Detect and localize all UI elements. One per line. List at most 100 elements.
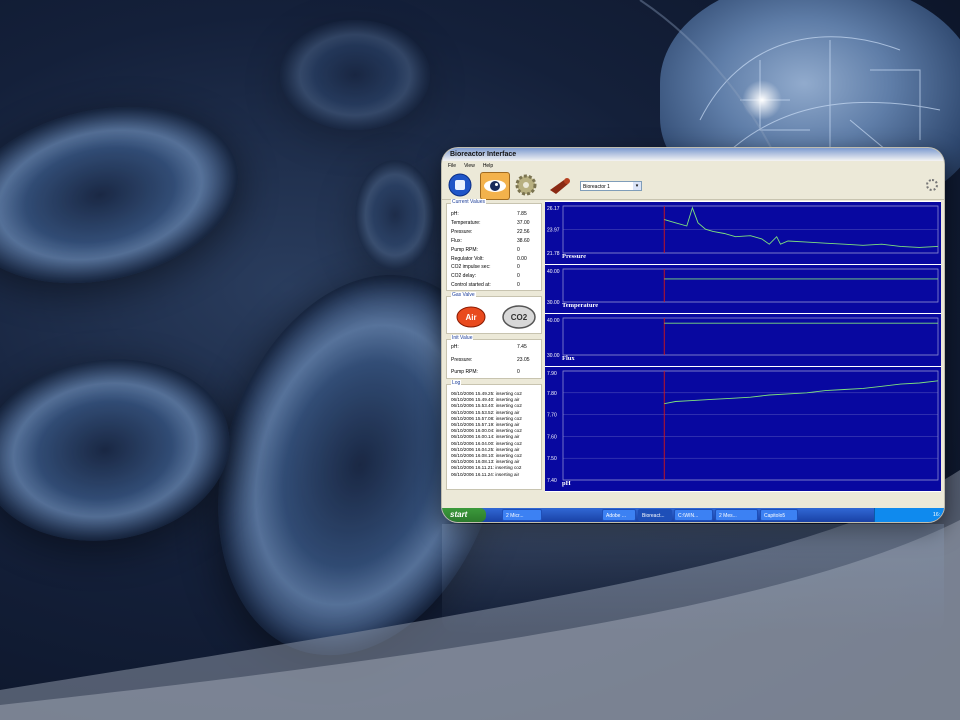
window-title: Bioreactor Interface: [442, 148, 944, 161]
taskbar-item[interactable]: Adobe ...: [602, 509, 636, 521]
log-title: Log: [451, 380, 462, 386]
y-tick-label: 7.40: [547, 478, 557, 484]
taskbar-item[interactable]: C:\WIN...: [674, 509, 713, 521]
init-value-value: 23.05: [517, 356, 530, 363]
pressure-chart: 26.17 23.97 21.78 Pressure: [545, 202, 941, 264]
current-values-value: 22.56: [517, 228, 530, 235]
gas-valve-icons: Air CO2: [456, 305, 536, 329]
y-tick-label: 7.80: [547, 391, 557, 397]
taskbar-item[interactable]: 2 Micr...: [502, 509, 542, 521]
y-tick-label: 7.90: [547, 371, 557, 377]
init-value-label: pH:: [451, 344, 459, 350]
current-values-value: 0: [517, 273, 520, 280]
ph-chart-label: pH: [562, 480, 571, 487]
log-list[interactable]: 06/10/2006 15.49.25: inserting co2 06/10/…: [451, 391, 539, 478]
y-tick-label: 7.60: [547, 434, 557, 440]
taskbar-item[interactable]: 2 Mes...: [715, 509, 758, 521]
air-valve-button[interactable]: Air: [456, 306, 486, 328]
init-value-label: Pressure:: [451, 356, 473, 363]
y-tick-label: 26.17: [547, 206, 560, 212]
clock: 16:: [933, 512, 940, 518]
menu-view[interactable]: View: [464, 161, 475, 171]
init-value-label: Pump RPM:: [451, 369, 478, 375]
current-values-value: 0: [517, 246, 520, 253]
current-values-title: Current Values: [451, 199, 486, 205]
current-values-value: 0.00: [517, 255, 527, 262]
air-valve-label: Air: [465, 313, 476, 322]
current-values-label: Flux:: [451, 237, 462, 244]
y-tick-label: 7.50: [547, 456, 557, 462]
plot-frame: [562, 370, 939, 481]
current-values-row: CO2 delay: 0: [451, 272, 537, 280]
init-value-title: Init Value: [451, 335, 474, 341]
settings-button[interactable]: [512, 172, 540, 198]
stop-button[interactable]: [446, 172, 474, 198]
menu-help[interactable]: Help: [483, 161, 493, 171]
init-value-group: Init Value pH: 7.45 Pressure: 23.05 Pump RPM…: [446, 335, 542, 379]
init-value-value: 7.45: [517, 344, 527, 350]
toolbar: Bioreactor 1 ▾: [442, 171, 944, 200]
reactor-select[interactable]: Bioreactor 1 ▾: [580, 181, 642, 191]
y-tick-label: 21.78: [547, 251, 560, 257]
current-values-label: Regulator Volt:: [451, 255, 484, 262]
monitor-button[interactable]: [480, 172, 510, 200]
eye-icon: [484, 180, 506, 192]
y-tick-label: 40.00: [547, 269, 560, 275]
co2-valve-button[interactable]: CO2: [502, 305, 536, 329]
current-values-value: 38.60: [517, 237, 530, 244]
bioreactor-window: Bioreactor Interface File View Help Bior…: [442, 148, 944, 522]
current-values-row: Pump RPM: 0: [451, 246, 537, 254]
y-tick-label: 7.70: [547, 413, 557, 419]
charts-area: 26.17 23.97 21.78 Pressure 40.00 30.00 Temp…: [545, 201, 941, 492]
pressure-chart-label: Pressure: [562, 253, 586, 260]
flux-chart: 40.00 30.00 Flux: [545, 314, 941, 366]
log-group: Log 06/10/2006 15.49.25: inserting co2 06…: [446, 380, 542, 490]
y-tick-label: 23.97: [547, 228, 560, 234]
init-value-value: 0: [517, 369, 520, 375]
menu-file[interactable]: File: [448, 161, 456, 171]
current-values-label: Control started at:: [451, 282, 491, 289]
chevron-down-icon[interactable]: ▾: [633, 182, 641, 190]
menu-bar: File View Help: [442, 161, 944, 171]
y-tick-label: 30.00: [547, 300, 560, 306]
current-values-row: Regulator Volt: 0.00: [451, 255, 537, 263]
current-values-row: Temperature: 37.00: [451, 219, 537, 227]
current-values-label: Temperature:: [451, 219, 481, 226]
chart-plot: 40.00 30.00: [547, 268, 939, 306]
sampling-button[interactable]: [546, 172, 574, 198]
current-values-label: Pressure:: [451, 228, 473, 235]
current-values-value: 37.00: [517, 219, 530, 226]
window-reflection: [442, 524, 944, 634]
taskbar-item[interactable]: Capitolo5: [760, 509, 798, 521]
system-tray: 16:: [874, 508, 944, 522]
current-values-row: Pressure: 22.56: [451, 228, 537, 236]
plot-frame: [562, 268, 939, 303]
gear-icon: [515, 174, 537, 196]
chart-plot: 40.00 30.00: [547, 317, 939, 359]
current-values-value: 0: [517, 282, 520, 289]
current-values-label: CO2 delay:: [451, 273, 477, 280]
log-entry: 06/10/2006 16.11.24: inserting air: [451, 471, 520, 477]
current-values-row: Flux: 38.60: [451, 237, 537, 245]
stop-icon: [448, 173, 472, 197]
gas-valve-group: Gas Valve Air CO2: [446, 292, 542, 334]
y-tick-label: 30.00: [547, 353, 560, 359]
chart-plot: 26.17 23.97 21.78: [547, 205, 939, 257]
start-button[interactable]: start: [442, 508, 486, 522]
taskbar: start 2 Micr... Adobe ... Bioreact... C:\WI…: [442, 508, 944, 522]
loading-spinner-icon: [926, 179, 938, 191]
current-values-row: pH: 7.85: [451, 210, 537, 218]
flux-chart-label: Flux: [562, 355, 575, 362]
taskbar-item[interactable]: Bioreact...: [638, 509, 672, 521]
current-values-value: 7.85: [517, 211, 527, 217]
current-values-value: 0: [517, 264, 520, 271]
current-values-label: Pump RPM:: [451, 246, 478, 253]
current-values-group: Current Values pH: 7.85 Temperature: 37.00 P…: [446, 199, 542, 291]
temperature-chart-label: Temperature: [562, 302, 599, 309]
current-values-row: CO2 impulse sec: 0: [451, 263, 537, 271]
co2-valve-label: CO2: [511, 313, 528, 322]
init-value-row: pH: 7.45: [451, 343, 537, 351]
reactor-select-value: Bioreactor 1: [583, 184, 610, 190]
pipe-icon: [550, 178, 570, 194]
left-panel: Current Values pH: 7.85 Temperature: 37.00 P…: [444, 199, 542, 492]
